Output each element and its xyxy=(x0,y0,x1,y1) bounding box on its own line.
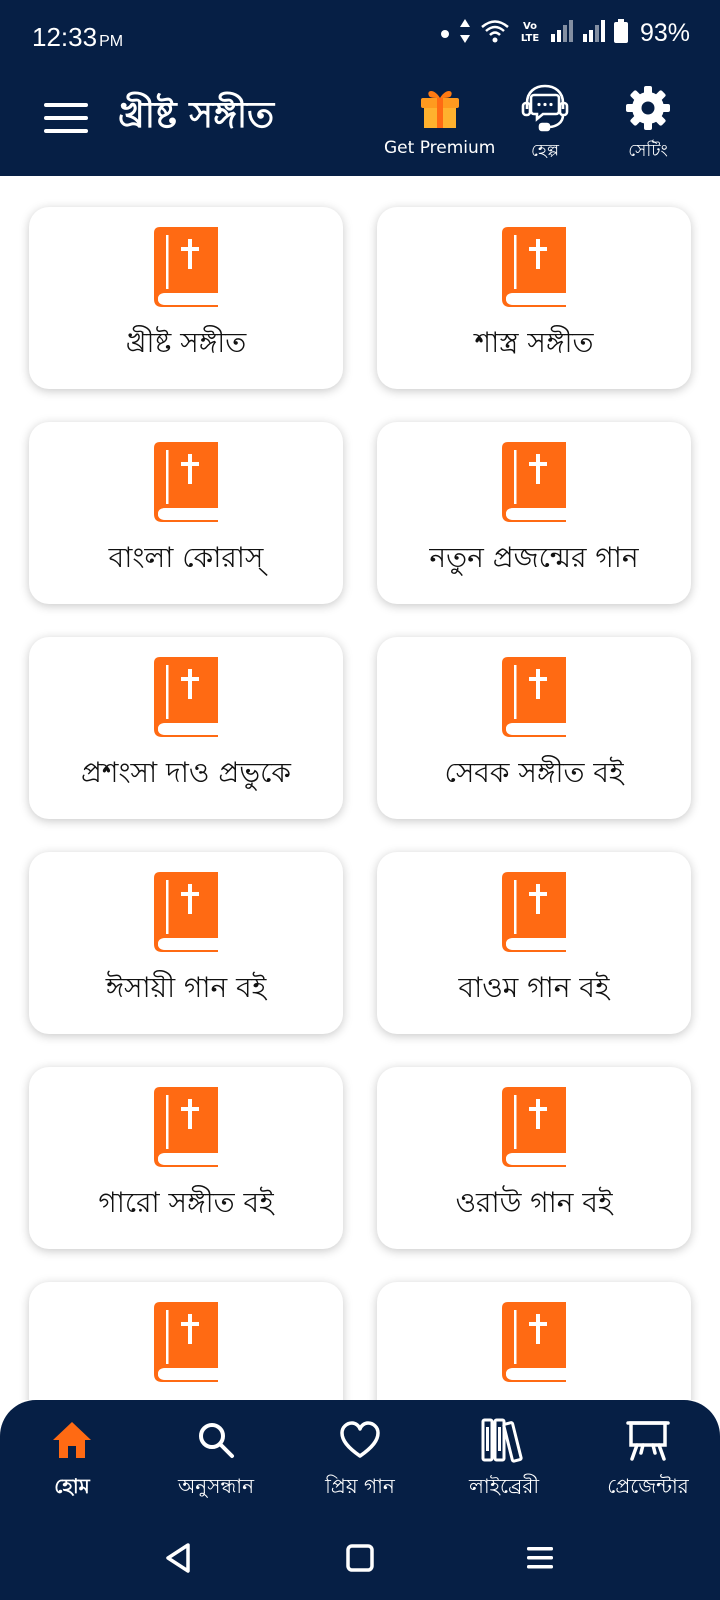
battery-percent: 93% xyxy=(639,18,690,47)
gear-icon xyxy=(622,82,674,134)
songbook-title: গারো সঙ্গীত বই xyxy=(98,1186,274,1219)
data-arrows-icon xyxy=(458,18,472,48)
nav-home[interactable]: হোম xyxy=(0,1416,144,1505)
bible-book-icon xyxy=(502,872,566,952)
app-title: খ্রীষ্ট সঙ্গীত xyxy=(118,95,275,136)
songbook-grid: খ্রীষ্ট সঙ্গীত শাস্ত্র সঙ্গীত বাংলা কোরা… xyxy=(0,176,720,1400)
status-time: 12:33 PM xyxy=(32,22,123,53)
home-icon xyxy=(48,1416,96,1464)
system-home-button[interactable] xyxy=(336,1534,384,1582)
bible-book-icon xyxy=(502,1302,566,1382)
wifi-icon xyxy=(480,18,510,48)
songbook-title: সেবক সঙ্গীত বই xyxy=(444,756,624,789)
bible-book-icon xyxy=(154,227,218,307)
bible-book-icon xyxy=(502,227,566,307)
settings-label: সেটিং xyxy=(628,141,668,161)
nav-library-label: লাইব্রেরী xyxy=(468,1474,540,1498)
hamburger-icon xyxy=(44,103,88,133)
system-back-button[interactable] xyxy=(154,1534,202,1582)
songbook-title: খ্রীষ্ট সঙ্গীত xyxy=(125,326,247,359)
nav-home-label: হোম xyxy=(54,1474,90,1498)
status-time-value: 12:33 xyxy=(32,22,98,52)
nav-presenter[interactable]: প্রেজেন্টার xyxy=(576,1416,720,1505)
nav-favorites[interactable]: প্রিয় গান xyxy=(288,1416,432,1505)
songbook-card[interactable] xyxy=(377,1282,691,1400)
songbook-title: শাস্ত্র সঙ্গীত xyxy=(474,326,594,359)
signal-1-icon xyxy=(550,20,574,46)
app-bar: খ্রীষ্ট সঙ্গীত Get Premium হেল্প সেটিং xyxy=(0,64,720,176)
system-recents-button[interactable] xyxy=(516,1534,564,1582)
songbook-card[interactable]: প্রশংসা দাও প্রভুকে xyxy=(29,637,343,819)
bible-book-icon xyxy=(154,657,218,737)
get-premium-label: Get Premium xyxy=(384,138,496,158)
svg-text:Vo: Vo xyxy=(523,21,537,32)
search-icon xyxy=(192,1416,240,1464)
back-triangle-icon xyxy=(166,1543,190,1573)
songbook-title: প্রশংসা দাও প্রভুকে xyxy=(81,756,291,789)
songbook-card[interactable]: সেবক সঙ্গীত বই xyxy=(377,637,691,819)
system-navigation-bar xyxy=(0,1516,720,1600)
library-icon xyxy=(480,1416,528,1464)
songbook-title: নতুন প্রজন্মের গান xyxy=(429,541,639,574)
nav-presenter-label: প্রেজেন্টার xyxy=(607,1474,689,1498)
nav-library[interactable]: লাইব্রেরী xyxy=(432,1416,576,1505)
bottom-navigation: হোম অনুসন্ধান প্রিয় গান লাইব্রেরী প্রেজ… xyxy=(0,1400,720,1516)
settings-button[interactable]: সেটিং xyxy=(622,82,674,166)
songbook-title: ঈসায়ী গান বই xyxy=(105,971,267,1004)
presenter-icon xyxy=(624,1416,672,1464)
bible-book-icon xyxy=(154,1087,218,1167)
bible-book-icon xyxy=(502,657,566,737)
notification-dot-icon xyxy=(440,24,450,43)
headset-chat-icon xyxy=(519,82,571,134)
songbook-title: ওরাউ গান বই xyxy=(455,1186,613,1219)
recents-lines-icon xyxy=(527,1547,553,1569)
songbook-title: বাওম গান বই xyxy=(458,971,610,1004)
nav-search-label: অনুসন্ধান xyxy=(177,1474,255,1498)
bible-book-icon xyxy=(502,442,566,522)
nav-favorites-label: প্রিয় গান xyxy=(325,1474,395,1498)
hamburger-menu-button[interactable] xyxy=(40,94,88,142)
status-icons: Vo LTE 93% xyxy=(440,18,690,48)
bible-book-icon xyxy=(154,442,218,522)
songbook-card[interactable]: নতুন প্রজন্মের গান xyxy=(377,422,691,604)
bible-book-icon xyxy=(154,1302,218,1382)
songbook-card[interactable]: খ্রীষ্ট সঙ্গীত xyxy=(29,207,343,389)
songbook-title: বাংলা কোরাস্ xyxy=(108,541,264,574)
bible-book-icon xyxy=(154,872,218,952)
status-time-ampm: PM xyxy=(99,33,124,50)
svg-text:LTE: LTE xyxy=(521,33,540,44)
songbook-card[interactable]: গারো সঙ্গীত বই xyxy=(29,1067,343,1249)
signal-2-icon xyxy=(582,20,606,46)
nav-search[interactable]: অনুসন্ধান xyxy=(144,1416,288,1505)
songbook-card[interactable]: বাওম গান বই xyxy=(377,852,691,1034)
songbook-card[interactable]: বাংলা কোরাস্ xyxy=(29,422,343,604)
gift-icon xyxy=(414,82,466,134)
bible-book-icon xyxy=(502,1087,566,1167)
square-icon xyxy=(346,1544,374,1572)
volte-icon: Vo LTE xyxy=(518,18,542,48)
songbook-card[interactable]: শাস্ত্র সঙ্গীত xyxy=(377,207,691,389)
songbook-card[interactable]: ঈসায়ী গান বই xyxy=(29,852,343,1034)
get-premium-button[interactable]: Get Premium xyxy=(384,82,495,158)
songbook-card[interactable] xyxy=(29,1282,343,1400)
heart-icon xyxy=(336,1416,384,1464)
status-bar: 12:33 PM Vo LTE 93% xyxy=(0,0,720,64)
help-button[interactable]: হেল্প xyxy=(519,82,571,166)
help-label: হেল্প xyxy=(531,141,559,161)
battery-icon xyxy=(613,19,628,47)
songbook-card[interactable]: ওরাউ গান বই xyxy=(377,1067,691,1249)
